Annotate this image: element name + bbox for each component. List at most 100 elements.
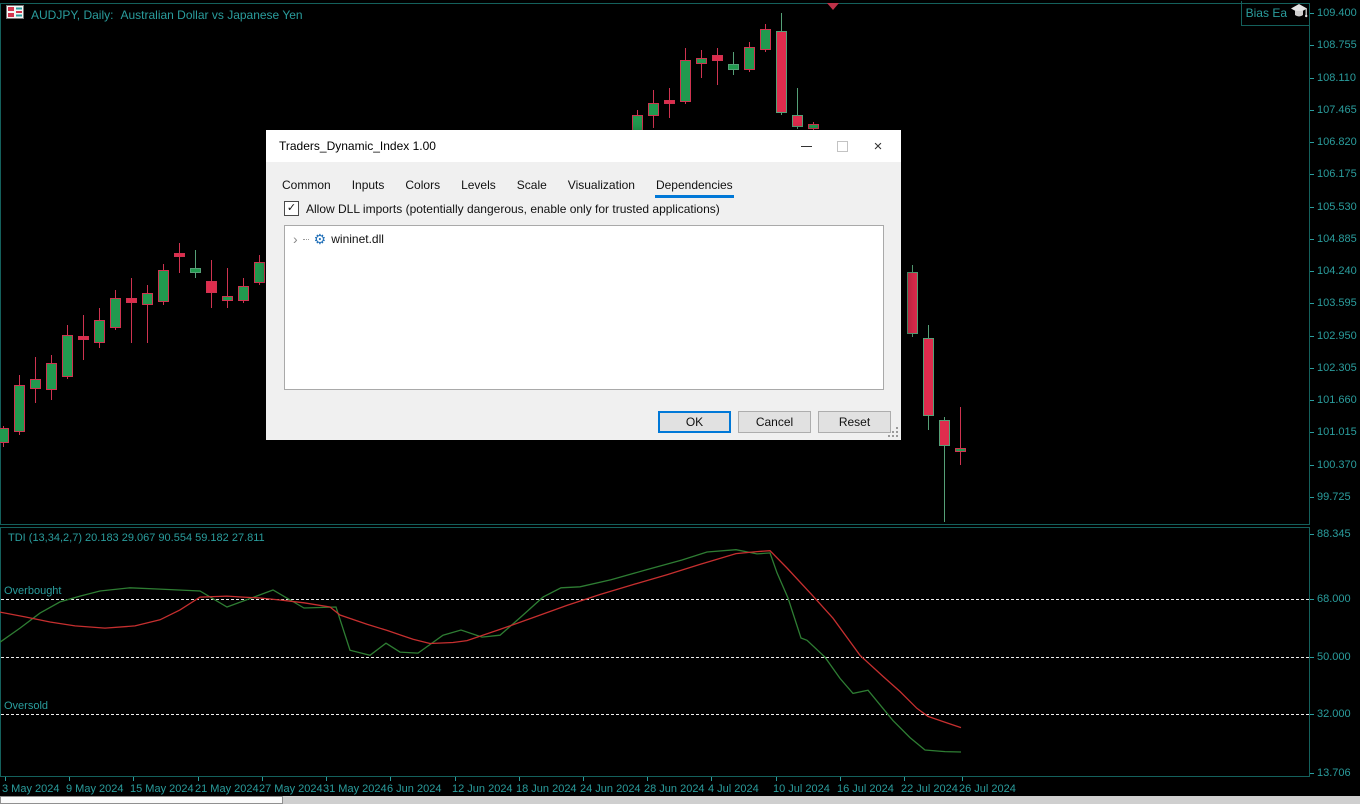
candle-body: [955, 448, 966, 452]
price-axis-label: 101.660: [1317, 394, 1357, 406]
candle-body: [158, 270, 169, 302]
date-axis-label: 31 May 2024: [323, 783, 387, 795]
candle-body: [0, 428, 9, 443]
ea-box[interactable]: Bias Ea: [1241, 1, 1310, 26]
tab-inputs[interactable]: Inputs: [351, 174, 386, 198]
candle-body: [664, 100, 675, 104]
candle-body: [206, 281, 217, 293]
candle-body: [923, 338, 934, 416]
date-axis-label: 27 May 2024: [259, 783, 323, 795]
tab-dependencies[interactable]: Dependencies: [654, 174, 734, 198]
tdi-red-line: [0, 550, 962, 729]
ea-name: Bias Ea: [1245, 6, 1287, 20]
candle-body: [110, 298, 121, 328]
close-button[interactable]: ×: [860, 130, 896, 162]
price-axis-label: 104.240: [1317, 265, 1357, 277]
candle-body: [14, 385, 25, 432]
gear-icon: ⚙: [313, 231, 327, 247]
dll-list[interactable]: › ⚙ wininet.dll: [284, 225, 884, 390]
symbol-description: Australian Dollar vs Japanese Yen: [120, 7, 303, 22]
candle-body: [907, 272, 918, 334]
dialog-buttons: OK Cancel Reset: [658, 411, 891, 433]
candle-body: [174, 253, 185, 257]
date-tick: [904, 777, 905, 781]
date-tick: [326, 777, 327, 781]
resize-grip[interactable]: [896, 435, 898, 437]
candle-body: [94, 320, 105, 343]
dll-tree-item[interactable]: › ⚙ wininet.dll: [285, 226, 883, 252]
indicator-axis-label: 32.000: [1317, 708, 1351, 721]
dialog-tabs: Common Inputs Colors Levels Scale Visualizati…: [266, 162, 901, 198]
maximize-button[interactable]: [824, 130, 860, 162]
price-tick: [1310, 303, 1314, 305]
dialog-titlebar[interactable]: Traders_Dynamic_Index 1.00 ×: [266, 130, 901, 162]
price-tick: [1310, 77, 1314, 79]
candle-body: [222, 296, 233, 301]
price-axis-label: 105.530: [1317, 200, 1357, 213]
tab-visualization[interactable]: Visualization: [567, 174, 636, 198]
symbol-icon: [6, 5, 24, 24]
scrollbar-thumb[interactable]: [0, 796, 283, 804]
price-tick: [1310, 109, 1314, 111]
price-axis-label: 108.110: [1317, 71, 1356, 84]
dll-name: wininet.dll: [331, 232, 384, 246]
maximize-icon: [836, 140, 848, 152]
tab-scale[interactable]: Scale: [516, 174, 548, 198]
price-axis-label: 106.820: [1317, 136, 1357, 148]
close-icon: ×: [873, 137, 883, 155]
price-tick: [1310, 174, 1314, 176]
symbol-title: AUDJPY, Daily:: [31, 7, 114, 22]
indicator-axis-label: 88.345: [1317, 527, 1351, 540]
candle-body: [680, 60, 691, 102]
candle-body: [696, 58, 707, 64]
date-axis-label: 15 May 2024: [130, 783, 194, 795]
indicator-tick: [1310, 714, 1314, 716]
dialog-title: Traders_Dynamic_Index 1.00: [279, 139, 436, 153]
candle-wick: [227, 268, 228, 308]
date-tick: [583, 777, 584, 781]
allow-dll-checkbox-row[interactable]: ✓ Allow DLL imports (potentially dangero…: [284, 201, 720, 216]
date-axis-label: 4 Jul 2024: [708, 783, 759, 795]
price-axis-label: 99.725: [1317, 490, 1351, 503]
date-tick: [390, 777, 391, 781]
date-tick: [69, 777, 70, 781]
candle-body: [728, 64, 739, 70]
date-axis-label: 26 Jul 2024: [959, 783, 1016, 795]
date-axis[interactable]: 3 May 2024 9 May 2024 15 May 2024 21 May 20…: [0, 777, 1360, 796]
date-tick: [840, 777, 841, 781]
tab-colors[interactable]: Colors: [404, 174, 441, 198]
tab-levels[interactable]: Levels: [460, 174, 497, 198]
mt5-chart-window: AUDJPY, Daily: Australian Dollar vs Japa…: [0, 0, 1360, 804]
date-tick: [455, 777, 456, 781]
price-tick: [1310, 400, 1314, 401]
date-axis-label: 10 Jul 2024: [773, 783, 830, 795]
minimize-button[interactable]: [788, 130, 824, 162]
cancel-button[interactable]: Cancel: [738, 411, 811, 433]
candle-body: [808, 124, 819, 129]
date-axis-label: 28 Jun 2024: [644, 783, 705, 795]
candle-body: [126, 298, 137, 303]
expand-chevron-icon[interactable]: ›: [293, 232, 298, 246]
date-tick: [647, 777, 648, 781]
window-controls: ×: [788, 130, 896, 162]
reset-button[interactable]: Reset: [818, 411, 891, 433]
checkbox-checked-icon[interactable]: ✓: [284, 201, 299, 216]
price-axis[interactable]: 109.400 108.755 108.110 107.465 106.820 106.1…: [1310, 0, 1360, 779]
indicator-axis-label: 50.000: [1317, 650, 1351, 663]
ok-button[interactable]: OK: [658, 411, 731, 433]
candle-body: [30, 379, 41, 389]
candle-wick: [131, 278, 132, 343]
chart-header: AUDJPY, Daily: Australian Dollar vs Japa…: [6, 5, 303, 24]
sell-arrow-icon: [827, 3, 839, 10]
candle-wick: [717, 48, 718, 85]
price-tick: [1310, 496, 1314, 498]
indicator-properties-dialog: Traders_Dynamic_Index 1.00 × Common Input…: [266, 130, 901, 440]
minimize-icon: [800, 145, 812, 147]
horizontal-scrollbar[interactable]: [0, 796, 1360, 804]
price-tick: [1310, 335, 1314, 337]
price-tick: [1310, 464, 1314, 466]
price-tick: [1310, 238, 1314, 240]
date-axis-label: 3 May 2024: [2, 783, 60, 795]
tab-common[interactable]: Common: [281, 174, 332, 198]
candle-body: [190, 268, 201, 273]
